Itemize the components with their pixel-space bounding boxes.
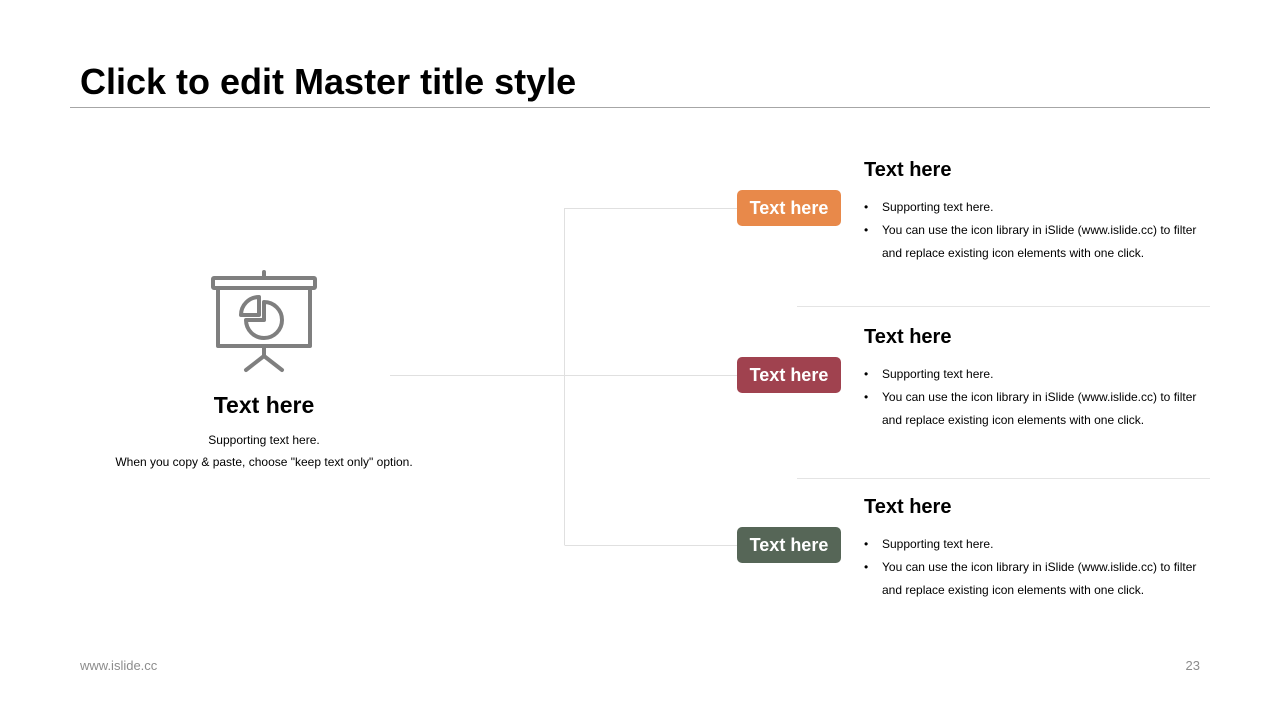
item-2-bullet-1: Supporting text here. (864, 363, 1204, 386)
item-2-heading: Text here (864, 326, 952, 348)
left-instruction-text: When you copy & paste, choose "keep text… (115, 455, 413, 469)
item-2-bullets: Supporting text here. You can use the ic… (864, 363, 1204, 432)
item-1-pill: Text here (737, 190, 841, 226)
item-separator-2 (797, 478, 1210, 479)
connector-lines (390, 208, 737, 546)
item-2-bullet-2: You can use the icon library in iSlide (… (864, 386, 1204, 432)
item-3-heading: Text here (864, 496, 952, 518)
title-divider (70, 107, 1210, 108)
item-2-pill: Text here (737, 357, 841, 393)
item-separator-1 (797, 306, 1210, 307)
item-3-pill: Text here (737, 527, 841, 563)
page-number: 23 (1185, 658, 1200, 673)
presentation-pie-chart-icon (208, 268, 320, 376)
item-1-bullet-1: Supporting text here. (864, 196, 1204, 219)
footer-url: www.islide.cc (80, 658, 158, 673)
item-1-heading: Text here (864, 159, 952, 181)
item-3-bullets: Supporting text here. You can use the ic… (864, 533, 1204, 602)
item-3-bullet-2: You can use the icon library in iSlide (… (864, 556, 1204, 602)
item-1-bullets: Supporting text here. You can use the ic… (864, 196, 1204, 265)
left-supporting-text: Supporting text here. (208, 433, 320, 447)
item-1-bullet-2: You can use the icon library in iSlide (… (864, 219, 1204, 265)
slide-title: Click to edit Master title style (80, 61, 577, 102)
left-heading: Text here (213, 392, 315, 418)
item-3-bullet-1: Supporting text here. (864, 533, 1204, 556)
